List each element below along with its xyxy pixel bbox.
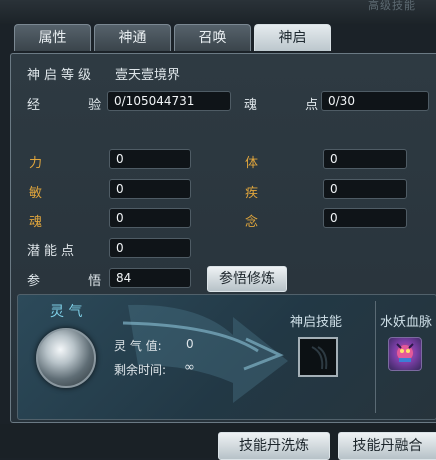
lingqi-value-label: 灵 气 值: <box>114 339 162 353</box>
faded-header-text: 高级技能 <box>368 0 416 12</box>
body-field: 0 <box>323 149 407 169</box>
shenqi-skill-title: 神启技能 <box>290 315 343 330</box>
potential-label: 潜能点 <box>27 244 79 259</box>
potential-field: 0 <box>109 238 191 258</box>
lingqi-orb <box>36 328 96 388</box>
body-label: 体 <box>245 156 259 171</box>
power-label: 力 <box>29 156 43 171</box>
insight-train-button[interactable]: 参悟修炼 <box>207 266 287 292</box>
panel-divider <box>375 301 376 413</box>
insight-field: 84 <box>109 268 191 288</box>
bottom-bar: 技能丹洗炼 技能丹融合 <box>0 424 436 460</box>
mind-field: 0 <box>323 208 407 228</box>
lingqi-title: 灵 气 <box>50 304 83 320</box>
tab-shenqi[interactable]: 神启 <box>254 24 331 51</box>
agility-field: 0 <box>109 179 191 199</box>
soul-field: 0 <box>109 208 191 228</box>
remaining-time-value: ∞ <box>184 360 195 375</box>
mind-label: 念 <box>245 215 259 230</box>
power-field: 0 <box>109 149 191 169</box>
remaining-time-label: 剩余时间: <box>114 363 167 377</box>
speed-field: 0 <box>323 179 407 199</box>
level-value: 壹天壹境界 <box>115 68 181 83</box>
soul-label: 魂 <box>29 215 43 230</box>
lingqi-panel: 灵 气 灵 气 值: 0 剩余时间: ∞ 神启技能 水妖血脉 <box>17 294 436 420</box>
soul-points-field: 0/30 <box>321 91 429 111</box>
skill-pill-merge-button[interactable]: 技能丹融合 <box>338 432 436 460</box>
shenqi-skill-slot[interactable] <box>298 337 338 377</box>
tab-shentong[interactable]: 神通 <box>94 24 171 51</box>
empty-slot-icon <box>311 346 328 370</box>
tab-attributes[interactable]: 属性 <box>14 24 91 51</box>
shenqi-panel: 神启等级 壹天壹境界 经 验 0/105044731 魂 点 0/30 力 0 … <box>10 53 436 423</box>
exp-field: 0/105044731 <box>107 91 231 111</box>
level-label: 神启等级 <box>27 68 96 83</box>
pet-bloodline-title: 水妖血脉 <box>380 315 433 330</box>
water-demon-icon[interactable] <box>388 337 422 371</box>
pet-face-icon <box>396 343 414 362</box>
window-top-strip: 高级技能 <box>0 0 436 24</box>
tab-summon[interactable]: 召唤 <box>174 24 251 51</box>
lingqi-value: 0 <box>186 337 194 351</box>
speed-label: 疾 <box>245 186 259 201</box>
skill-pill-wash-button[interactable]: 技能丹洗炼 <box>218 432 330 460</box>
agility-label: 敏 <box>29 186 43 201</box>
